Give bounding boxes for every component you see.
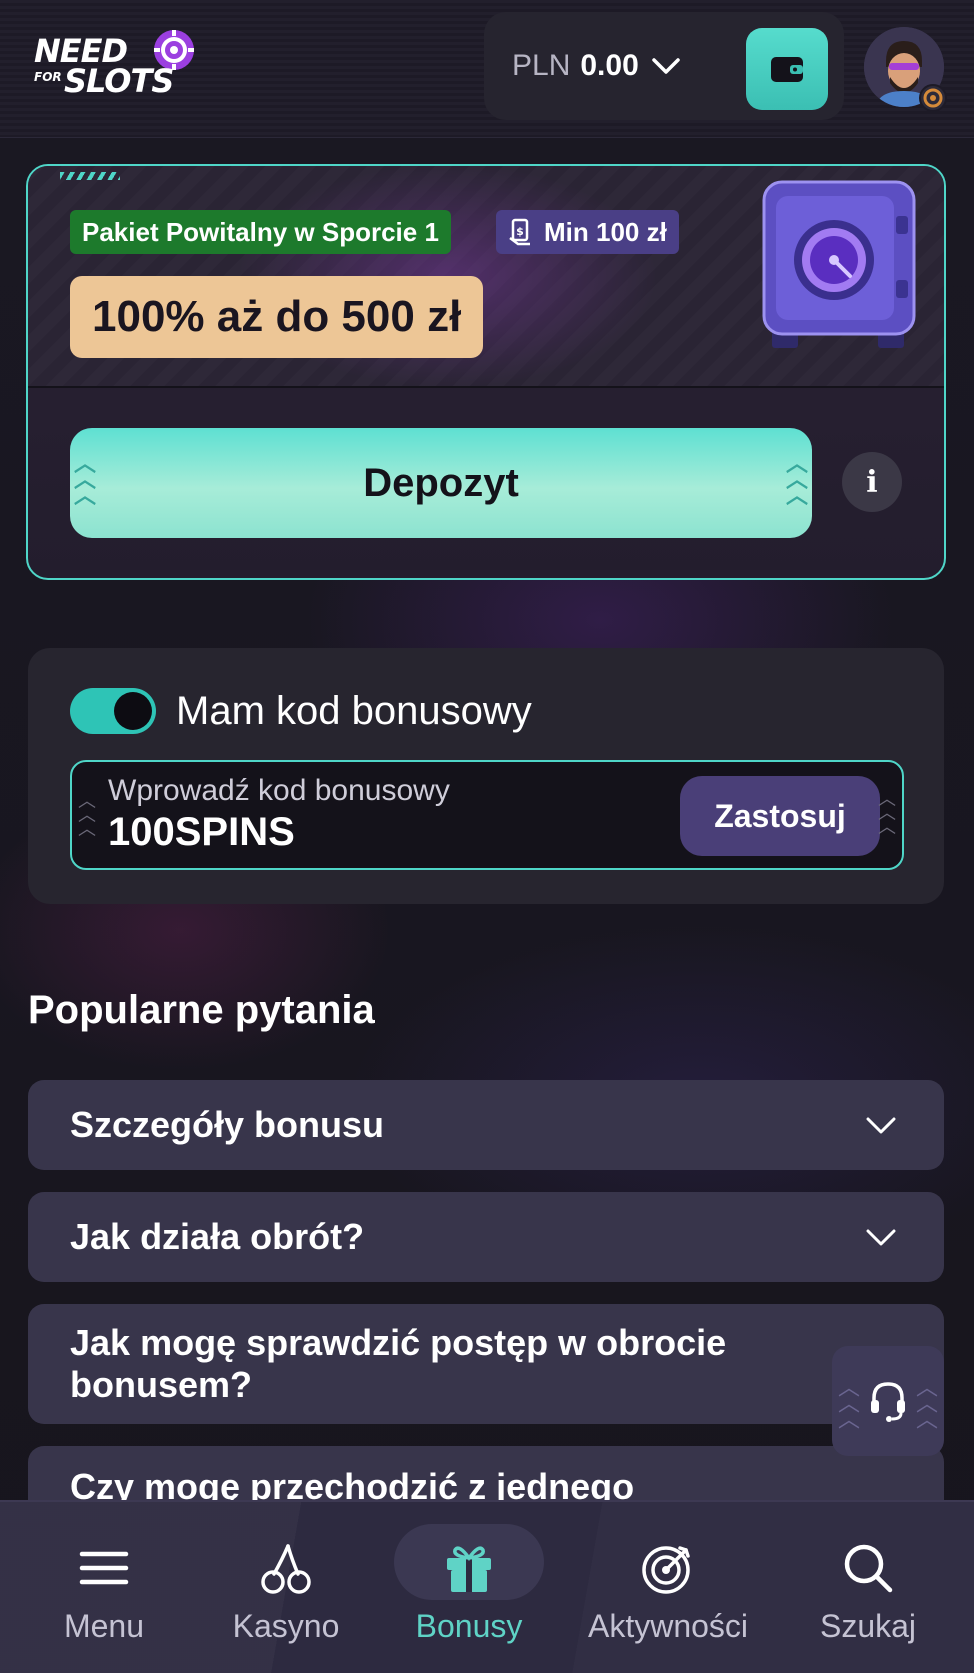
- apply-button-label: Zastosuj: [714, 797, 846, 834]
- faq-item-wagering[interactable]: Jak działa obrót?: [28, 1192, 944, 1282]
- bonus-offer-amount: 100% aż do 500 zł: [70, 276, 484, 358]
- bonus-code-input[interactable]: [108, 810, 608, 855]
- chevrons-decoration-icon: ︿ ︿ ︿: [78, 791, 96, 839]
- logo-text-slots: SLOTS: [64, 62, 174, 100]
- wallet-icon: [771, 57, 803, 82]
- nav-item-casino[interactable]: Kasyno: [196, 1526, 376, 1656]
- wallet-button[interactable]: [746, 28, 828, 110]
- min-deposit-label: Min 100 zł: [544, 217, 667, 247]
- faq-question: Jak działa obrót?: [70, 1216, 365, 1257]
- chevron-down-icon: [866, 1117, 896, 1134]
- min-deposit-tag: $ Min 100 zł: [496, 210, 679, 254]
- chevrons-decoration-icon: ︿ ︿ ︿: [915, 1375, 938, 1432]
- top-header: NEED FOR SLOTS PLN 0.00: [0, 0, 974, 138]
- chevrons-decoration-icon: ︿ ︿ ︿: [785, 451, 808, 508]
- faq-item-wagering-progress[interactable]: Jak mogę sprawdzić postęp w obrocie bonu…: [28, 1304, 944, 1424]
- deposit-button[interactable]: ︿ ︿ ︿ Depozyt ︿ ︿ ︿: [70, 428, 812, 538]
- currency-label: PLN: [512, 49, 571, 82]
- card-stripe-decoration: [60, 172, 120, 180]
- apply-code-button[interactable]: Zastosuj: [680, 776, 880, 856]
- nav-label: Menu: [63, 1608, 145, 1644]
- chevrons-decoration-icon: ︿ ︿ ︿: [878, 789, 896, 837]
- faq-title: Popularne pytania: [28, 988, 375, 1032]
- nav-label: Bonusy: [415, 1608, 523, 1644]
- safe-vault-icon: [762, 180, 916, 348]
- chevrons-decoration-icon: ︿ ︿ ︿: [74, 451, 97, 508]
- bonus-code-title: Mam kod bonusowy: [176, 689, 532, 733]
- faq-question: Jak mogę sprawdzić postęp w obrocie bonu…: [70, 1322, 727, 1405]
- cherries-icon: [261, 1544, 311, 1594]
- search-icon: [844, 1544, 893, 1593]
- nav-label: Kasyno: [232, 1608, 340, 1644]
- support-chat-button[interactable]: ︿ ︿ ︿ ︿ ︿ ︿: [832, 1346, 944, 1456]
- balance-panel: PLN 0.00: [484, 12, 844, 120]
- site-logo[interactable]: NEED FOR SLOTS: [34, 30, 204, 104]
- vip-badge-icon: [919, 84, 947, 112]
- deposit-button-label: Depozyt: [363, 460, 519, 505]
- nav-item-search[interactable]: Szukaj: [778, 1526, 958, 1656]
- target-icon: [642, 1546, 690, 1594]
- faq-item-bonus-details[interactable]: Szczegóły bonusu: [28, 1080, 944, 1170]
- logo-text-for: FOR: [34, 70, 62, 84]
- headset-icon: [871, 1382, 905, 1422]
- nav-label: Aktywności: [587, 1608, 749, 1644]
- chevrons-decoration-icon: ︿ ︿ ︿: [838, 1375, 861, 1432]
- bonus-code-toggle[interactable]: [70, 688, 156, 734]
- chevron-down-icon: [652, 58, 680, 74]
- bonus-code-section: Mam kod bonusowy ︿ ︿ ︿ Wprowadź kod bonuso…: [28, 648, 944, 904]
- balance-dropdown[interactable]: PLN 0.00: [512, 46, 683, 86]
- info-icon: i: [866, 464, 878, 500]
- gift-icon: [447, 1546, 491, 1592]
- nav-item-menu[interactable]: Menu: [14, 1526, 194, 1656]
- svg-text:$: $: [516, 225, 524, 238]
- deposit-hand-icon: $: [509, 218, 530, 246]
- bonus-package-tag: Pakiet Powitalny w Sporcie 1: [70, 210, 451, 254]
- balance-amount: 0.00: [580, 49, 639, 82]
- nav-item-activities[interactable]: Aktywności: [578, 1526, 758, 1656]
- bonus-code-label: Wprowadź kod bonusowy: [108, 774, 450, 807]
- welcome-bonus-card: Pakiet Powitalny w Sporcie 1 $ Min 100 z…: [26, 164, 946, 580]
- toggle-knob: [114, 692, 152, 730]
- bonus-code-field: ︿︿︿ Wprowadź kod bonusowy Zastosuj ︿︿︿: [70, 760, 904, 870]
- nav-item-bonuses[interactable]: Bonusy: [379, 1526, 559, 1656]
- menu-icon: [79, 1551, 129, 1585]
- nav-label: Szukaj: [819, 1608, 917, 1644]
- info-button[interactable]: i: [842, 452, 902, 512]
- faq-question: Szczegóły bonusu: [70, 1104, 385, 1145]
- bottom-navigation: Menu Kasyno Bonusy Aktywności Szukaj: [0, 1500, 974, 1673]
- chevron-down-icon: [866, 1229, 896, 1246]
